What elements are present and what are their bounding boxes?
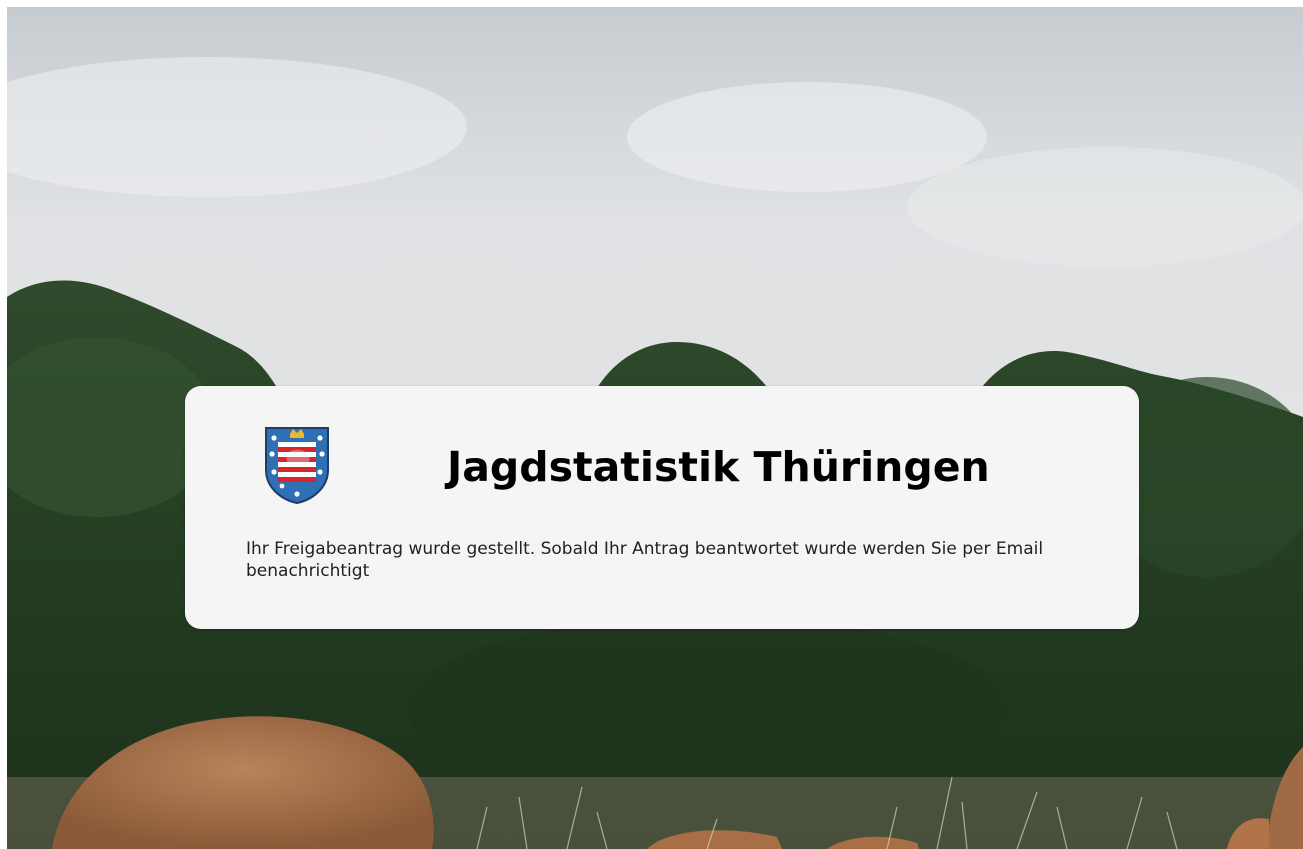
page: Jagdstatistik Thüringen Ihr Freigabeantr… xyxy=(0,0,1303,849)
confirmation-message: Ihr Freigabeantrag wurde gestellt. Sobal… xyxy=(246,539,1044,581)
thuringia-coat-of-arms-icon xyxy=(265,427,329,504)
notice-card: Jagdstatistik Thüringen Ihr Freigabeantr… xyxy=(185,386,1139,629)
page-title: Jagdstatistik Thüringen xyxy=(447,443,990,491)
